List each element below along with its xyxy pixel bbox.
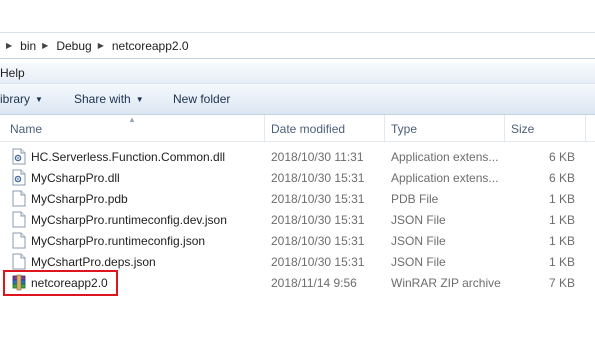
breadcrumb-label[interactable]: bin bbox=[20, 39, 36, 53]
file-date: 2018/10/30 11:31 bbox=[271, 150, 364, 164]
file-icon bbox=[12, 211, 26, 228]
address-bar[interactable]: ▶ bin ▶ Debug ▶ netcoreapp2.0 bbox=[0, 32, 595, 59]
file-size: 7 KB bbox=[548, 276, 575, 290]
sort-ascending-icon: ▲ bbox=[128, 115, 136, 124]
file-date: 2018/10/30 15:31 bbox=[271, 192, 365, 206]
breadcrumb-arrow-icon[interactable]: ▶ bbox=[6, 41, 12, 50]
file-date: 2018/10/30 15:31 bbox=[271, 171, 365, 185]
column-header-size[interactable]: Size bbox=[511, 122, 534, 136]
breadcrumb-item-netcoreapp[interactable]: ▶ netcoreapp2.0 bbox=[96, 39, 189, 53]
menu-bar: Help bbox=[0, 63, 595, 84]
file-name: MyCsharpPro.pdb bbox=[31, 192, 128, 206]
column-divider[interactable] bbox=[384, 115, 385, 141]
file-type: JSON File bbox=[391, 234, 446, 248]
file-type: Application extens... bbox=[391, 150, 499, 164]
file-date: 2018/10/30 15:31 bbox=[271, 234, 365, 248]
file-row[interactable]: MyCsharpPro.pdb 2018/10/30 15:31 PDB Fil… bbox=[0, 188, 595, 209]
file-size: 1 KB bbox=[548, 234, 575, 248]
breadcrumb-item-bin[interactable]: ▶ bin bbox=[4, 39, 36, 53]
breadcrumb-arrow-icon[interactable]: ▶ bbox=[42, 41, 48, 50]
share-label: Share with bbox=[74, 92, 131, 106]
highlight-annotation-box bbox=[3, 270, 118, 296]
file-type: WinRAR ZIP archive bbox=[391, 276, 501, 290]
file-type: PDB File bbox=[391, 192, 439, 206]
file-type: JSON File bbox=[391, 255, 446, 269]
file-row[interactable]: MyCsharpPro.dll 2018/10/30 15:31 Applica… bbox=[0, 167, 595, 188]
file-icon bbox=[12, 253, 26, 270]
file-row[interactable]: HC.Serverless.Function.Common.dll 2018/1… bbox=[0, 146, 595, 167]
file-size: 6 KB bbox=[548, 150, 575, 164]
file-type: Application extens... bbox=[391, 171, 499, 185]
dropdown-caret-icon: ▼ bbox=[35, 95, 43, 104]
file-size: 1 KB bbox=[548, 213, 575, 227]
file-date: 2018/10/30 15:31 bbox=[271, 255, 365, 269]
file-name: HC.Serverless.Function.Common.dll bbox=[31, 150, 226, 164]
new-folder-label: New folder bbox=[173, 92, 231, 106]
file-row[interactable]: MyCsharpPro.runtimeconfig.json 2018/10/3… bbox=[0, 230, 595, 251]
file-date: 2018/10/30 15:31 bbox=[271, 213, 365, 227]
dropdown-caret-icon: ▼ bbox=[135, 95, 144, 104]
column-divider[interactable] bbox=[504, 115, 505, 141]
file-icon bbox=[12, 232, 26, 249]
file-name: MyCshartPro.deps.json bbox=[31, 255, 156, 269]
file-name: MyCsharpPro.runtimeconfig.dev.json bbox=[31, 213, 227, 227]
file-size: 1 KB bbox=[548, 192, 575, 206]
file-date: 2018/11/14 9:56 bbox=[271, 276, 357, 290]
file-size: 6 KB bbox=[548, 171, 575, 185]
column-header-type[interactable]: Type bbox=[391, 122, 417, 136]
column-divider[interactable] bbox=[264, 115, 265, 141]
dll-icon bbox=[12, 148, 26, 165]
column-header-date-modified[interactable]: Date modified bbox=[271, 122, 345, 136]
file-icon bbox=[12, 190, 26, 207]
command-toolbar: ibrary ▼ Share with ▼ New folder bbox=[0, 84, 595, 115]
breadcrumb-label[interactable]: Debug bbox=[56, 39, 91, 53]
breadcrumb-label[interactable]: netcoreapp2.0 bbox=[112, 39, 189, 53]
file-size: 1 KB bbox=[548, 255, 575, 269]
share-with-button[interactable]: Share with ▼ bbox=[74, 92, 144, 106]
column-headers: ▲ Name Date modified Type Size bbox=[0, 115, 595, 142]
column-header-name[interactable]: Name bbox=[10, 122, 42, 136]
file-row[interactable]: MyCsharpPro.runtimeconfig.dev.json 2018/… bbox=[0, 209, 595, 230]
library-label: ibrary bbox=[0, 92, 31, 106]
breadcrumb-arrow-icon[interactable]: ▶ bbox=[98, 41, 104, 50]
file-type: JSON File bbox=[391, 213, 446, 227]
file-row[interactable]: MyCshartPro.deps.json 2018/10/30 15:31 J… bbox=[0, 251, 595, 272]
dll-icon bbox=[12, 169, 26, 186]
file-name: MyCsharpPro.runtimeconfig.json bbox=[31, 234, 206, 248]
file-name: MyCsharpPro.dll bbox=[31, 171, 120, 185]
breadcrumb-item-debug[interactable]: ▶ Debug bbox=[40, 39, 92, 53]
menu-help[interactable]: Help bbox=[0, 66, 25, 80]
column-divider[interactable] bbox=[585, 115, 586, 141]
include-in-library-button[interactable]: ibrary ▼ bbox=[0, 92, 43, 106]
new-folder-button[interactable]: New folder bbox=[173, 92, 230, 106]
